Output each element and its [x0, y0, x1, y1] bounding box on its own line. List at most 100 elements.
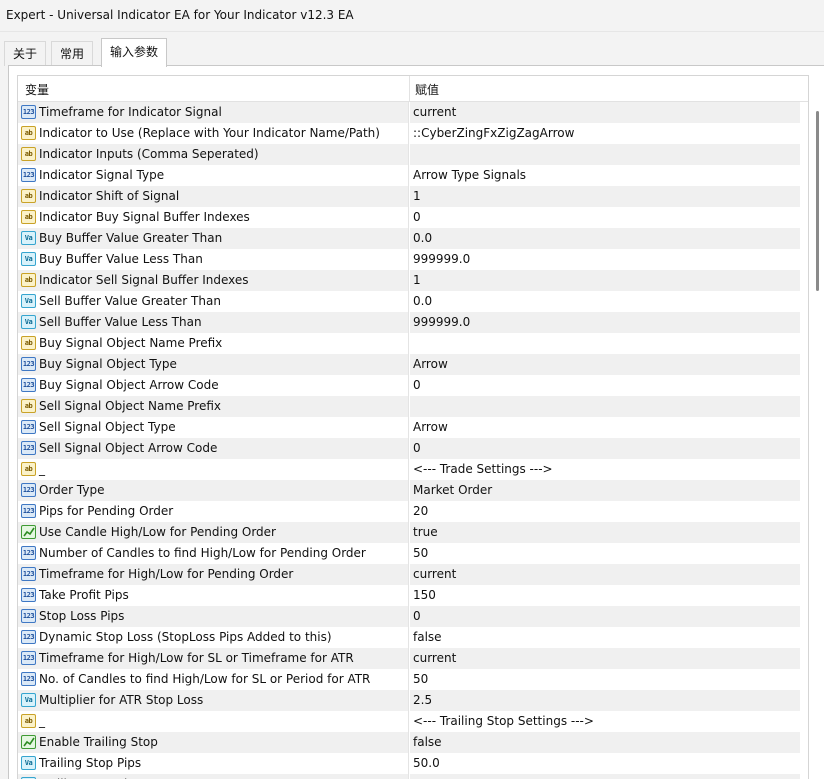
parameter-value-cell[interactable]: 0.0 [410, 228, 800, 249]
parameter-value[interactable]: 150 [413, 588, 436, 602]
parameter-name-cell[interactable]: 123 Pips for Pending Order [18, 501, 409, 522]
parameter-value[interactable]: 0.0 [413, 294, 432, 308]
parameter-value-cell[interactable]: 2.5 [410, 690, 800, 711]
parameter-value-cell[interactable]: 50 [410, 543, 800, 564]
parameter-value[interactable]: false [413, 630, 442, 644]
parameter-name-cell[interactable]: 123 Timeframe for Indicator Signal [18, 102, 409, 123]
parameter-row[interactable]: ab Sell Signal Object Name Prefix [18, 396, 808, 417]
parameter-value-cell[interactable]: false [410, 627, 800, 648]
parameter-value[interactable]: current [413, 105, 456, 119]
parameter-value-cell[interactable] [410, 774, 800, 779]
parameter-row[interactable]: ab Indicator Sell Signal Buffer Indexes 1 [18, 270, 808, 291]
parameter-row[interactable]: VaTrailing Step Pips [18, 774, 808, 779]
parameter-value-cell[interactable]: 999999.0 [410, 249, 800, 270]
parameter-value[interactable]: 0 [413, 378, 421, 392]
parameter-name-cell[interactable]: ab Indicator Shift of Signal [18, 186, 409, 207]
parameter-name-cell[interactable]: ab Indicator to Use (Replace with Your In… [18, 123, 409, 144]
parameter-value[interactable]: 0 [413, 210, 421, 224]
parameter-value[interactable]: false [413, 735, 442, 749]
parameter-row[interactable]: ab Buy Signal Object Name Prefix [18, 333, 808, 354]
parameter-row[interactable]: 123 Timeframe for High/Low for SL or Time… [18, 648, 808, 669]
parameter-value-cell[interactable]: 1 [410, 186, 800, 207]
parameter-value-cell[interactable]: ::CyberZingFxZigZagArrow [410, 123, 800, 144]
parameter-row[interactable]: ab _ <--- Trailing Stop Settings ---> [18, 711, 808, 732]
parameter-row[interactable]: 123 Timeframe for Indicator Signal current [18, 102, 808, 123]
parameter-row[interactable]: Va Trailing Stop Pips 50.0 [18, 753, 808, 774]
parameter-name-cell[interactable]: Va Sell Buffer Value Less Than [18, 312, 409, 333]
parameter-row[interactable]: 123 Take Profit Pips 150 [18, 585, 808, 606]
parameter-name-cell[interactable]: ab _ [18, 711, 409, 732]
parameter-row[interactable]: Va Buy Buffer Value Greater Than 0.0 [18, 228, 808, 249]
scrollbar-thumb[interactable] [816, 111, 819, 291]
parameter-value-cell[interactable]: current [410, 564, 800, 585]
column-header-variable[interactable]: 变量 [25, 81, 49, 98]
parameter-name-cell[interactable]: 123 Buy Signal Object Type [18, 354, 409, 375]
parameter-value[interactable]: 50.0 [413, 756, 440, 770]
parameter-row[interactable]: Enable Trailing Stop false [18, 732, 808, 753]
parameter-name-cell[interactable]: ab Sell Signal Object Name Prefix [18, 396, 409, 417]
parameter-name-cell[interactable]: ab Indicator Inputs (Comma Seperated) [18, 144, 409, 165]
parameter-row[interactable]: 123 No. of Candles to find High/Low for S… [18, 669, 808, 690]
parameter-name-cell[interactable]: ab Indicator Buy Signal Buffer Indexes [18, 207, 409, 228]
parameter-row[interactable]: Va Sell Buffer Value Less Than 999999.0 [18, 312, 808, 333]
parameter-value-cell[interactable]: 0 [410, 375, 800, 396]
parameter-name-cell[interactable]: 123 Number of Candles to find High/Low fo… [18, 543, 409, 564]
parameter-row[interactable]: 123 Order Type Market Order [18, 480, 808, 501]
parameter-row[interactable]: 123 Dynamic Stop Loss (StopLoss Pips Adde… [18, 627, 808, 648]
parameter-value[interactable]: 0 [413, 441, 421, 455]
parameter-row[interactable]: Use Candle High/Low for Pending Order tru… [18, 522, 808, 543]
parameter-value-cell[interactable]: 20 [410, 501, 800, 522]
parameter-row[interactable]: Va Multiplier for ATR Stop Loss 2.5 [18, 690, 808, 711]
parameter-value-cell[interactable]: <--- Trailing Stop Settings ---> [410, 711, 800, 732]
parameter-value[interactable]: 50 [413, 672, 428, 686]
column-header-value[interactable]: 赋值 [415, 81, 439, 98]
parameter-name-cell[interactable]: 123 Indicator Signal Type [18, 165, 409, 186]
parameter-value-cell[interactable]: 0.0 [410, 291, 800, 312]
vertical-scrollbar[interactable] [810, 107, 824, 779]
parameter-value-cell[interactable]: 0 [410, 606, 800, 627]
parameter-row[interactable]: Va Buy Buffer Value Less Than 999999.0 [18, 249, 808, 270]
parameter-row[interactable]: 123 Number of Candles to find High/Low fo… [18, 543, 808, 564]
parameter-row[interactable]: 123 Sell Signal Object Arrow Code 0 [18, 438, 808, 459]
parameter-value-cell[interactable]: 1 [410, 270, 800, 291]
parameter-row[interactable]: 123 Buy Signal Object Type Arrow [18, 354, 808, 375]
parameter-value-cell[interactable]: false [410, 732, 800, 753]
parameter-row[interactable]: 123 Timeframe for High/Low for Pending Or… [18, 564, 808, 585]
parameter-name-cell[interactable]: 123 Take Profit Pips [18, 585, 409, 606]
parameter-value-cell[interactable]: 999999.0 [410, 312, 800, 333]
parameter-value-cell[interactable] [410, 333, 800, 354]
parameter-value-cell[interactable] [410, 144, 800, 165]
column-divider[interactable] [409, 76, 410, 102]
parameter-value-cell[interactable]: Market Order [410, 480, 800, 501]
parameter-value-cell[interactable]: <--- Trade Settings ---> [410, 459, 800, 480]
parameter-value[interactable]: Arrow [413, 357, 448, 371]
parameter-name-cell[interactable]: 123 No. of Candles to find High/Low for S… [18, 669, 409, 690]
parameter-value-cell[interactable]: 150 [410, 585, 800, 606]
parameter-row[interactable]: Va Sell Buffer Value Greater Than 0.0 [18, 291, 808, 312]
parameter-name-cell[interactable]: 123 Order Type [18, 480, 409, 501]
parameter-name-cell[interactable]: Use Candle High/Low for Pending Order [18, 522, 409, 543]
parameter-name-cell[interactable]: Enable Trailing Stop [18, 732, 409, 753]
parameter-value[interactable]: 20 [413, 504, 428, 518]
parameter-name-cell[interactable]: Va Trailing Stop Pips [18, 753, 409, 774]
parameter-value[interactable]: <--- Trade Settings ---> [413, 462, 553, 476]
parameter-row[interactable]: 123 Indicator Signal Type Arrow Type Signa… [18, 165, 808, 186]
parameter-value[interactable]: Market Order [413, 483, 492, 497]
parameter-value[interactable]: 0 [413, 609, 421, 623]
tab-about[interactable]: 关于 [4, 41, 47, 66]
parameter-value[interactable]: Arrow Type Signals [413, 168, 526, 182]
parameter-row[interactable]: 123 Pips for Pending Order 20 [18, 501, 808, 522]
parameter-value[interactable]: <--- Trailing Stop Settings ---> [413, 714, 594, 728]
parameter-value[interactable]: 1 [413, 273, 421, 287]
parameter-value-cell[interactable]: Arrow [410, 354, 800, 375]
parameter-value-cell[interactable]: current [410, 648, 800, 669]
parameter-name-cell[interactable]: Va Sell Buffer Value Greater Than [18, 291, 409, 312]
parameter-name-cell[interactable]: Va Buy Buffer Value Greater Than [18, 228, 409, 249]
parameter-name-cell[interactable]: VaTrailing Step Pips [18, 774, 409, 779]
parameter-value-cell[interactable]: 0 [410, 207, 800, 228]
parameter-name-cell[interactable]: ab Indicator Sell Signal Buffer Indexes [18, 270, 409, 291]
parameter-name-cell[interactable]: Va Multiplier for ATR Stop Loss [18, 690, 409, 711]
parameter-row[interactable]: ab Indicator to Use (Replace with Your In… [18, 123, 808, 144]
parameter-row[interactable]: 123 Stop Loss Pips 0 [18, 606, 808, 627]
parameter-value-cell[interactable]: 50 [410, 669, 800, 690]
